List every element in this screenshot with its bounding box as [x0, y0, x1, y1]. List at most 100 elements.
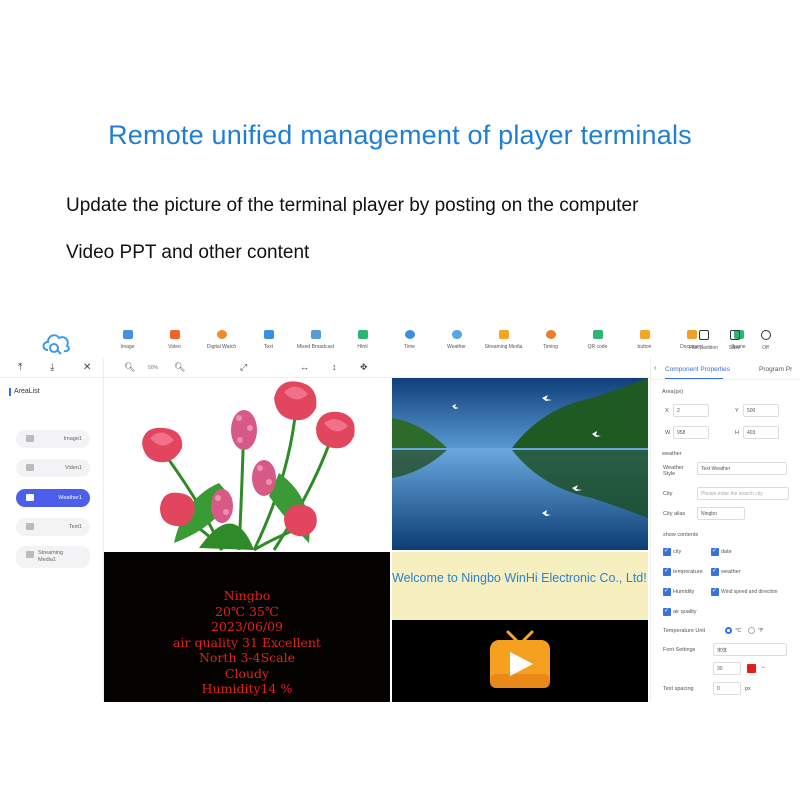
tool-time[interactable]: Time — [386, 330, 433, 350]
save-icon — [729, 330, 740, 340]
tool-timing[interactable]: Timing — [527, 330, 574, 350]
tool-label: Timing — [543, 344, 558, 350]
tool-label: Html — [357, 344, 368, 350]
weather-date: 2023/06/09 — [210, 619, 284, 634]
upload-icon[interactable]: ⤒ — [18, 362, 22, 373]
tab-component-properties[interactable]: Component Properties — [665, 366, 730, 379]
city-alias-label: City alias — [663, 511, 686, 517]
area-item-streaming[interactable]: Streaming Media1 — [16, 546, 90, 568]
area-item-label: Text1 — [68, 524, 82, 530]
checkbox-temperature[interactable] — [663, 567, 671, 576]
subline-2: Video PPT and other content — [66, 242, 310, 263]
streaming-icon — [498, 330, 509, 339]
zoom-in-icon[interactable]: 🔍︎ — [174, 362, 185, 373]
tool-streaming-media[interactable]: Streaming Media — [480, 330, 527, 350]
text-spacing-unit: px — [745, 686, 751, 692]
font-color-swatch[interactable] — [747, 664, 756, 673]
html-icon — [357, 330, 368, 339]
city-search-input[interactable]: Please enter the search city — [697, 487, 789, 500]
h-input[interactable]: 403 — [743, 426, 779, 439]
weather-style-label: Weather Style — [663, 465, 684, 477]
font-size-select[interactable]: 30 — [713, 662, 741, 675]
text-spacing-label: Text spacing — [663, 686, 694, 692]
tool-image[interactable]: Image — [104, 330, 151, 350]
weather-temperature: 20℃ 35℃ — [215, 603, 279, 619]
w-label: W — [665, 430, 671, 436]
fit-height-icon[interactable]: ↕ — [332, 362, 337, 372]
tool-video[interactable]: Video — [151, 330, 198, 350]
area-item-image[interactable]: Image1 — [16, 430, 90, 448]
image-zone[interactable] — [104, 378, 390, 552]
canvas-toolbar: 🔍︎ 50% 🔍︎ ⤢ ↔ ↕ ✥ — [104, 358, 650, 378]
tool-button[interactable]: button — [621, 330, 668, 350]
font-settings-label: Font Settings — [663, 647, 696, 653]
cloud-logo-icon — [42, 334, 70, 355]
tab-program-properties[interactable]: Program Pr — [759, 366, 792, 373]
tool-html[interactable]: Html — [339, 330, 386, 350]
tool-label: Time — [404, 344, 415, 350]
area-item-text[interactable]: Text1 — [16, 518, 90, 536]
layout-canvas: Ningbo 20℃ 35℃ 2023/06/09 air quality 31… — [104, 378, 648, 702]
close-icon[interactable]: ✕ — [83, 362, 91, 373]
text-spacing-input[interactable]: 0 — [713, 682, 741, 695]
power-icon — [760, 330, 771, 340]
streaming-icon — [26, 551, 34, 558]
save-label: Save — [728, 345, 741, 351]
tool-digital-watch[interactable]: Digital Watch — [198, 330, 245, 350]
x-input[interactable]: 2 — [673, 404, 709, 417]
checkbox-wind[interactable] — [711, 587, 719, 596]
tool-weather[interactable]: Weather — [433, 330, 480, 350]
properties-panel: ‹ Component Properties Program Pr Area(p… — [650, 358, 800, 702]
checkbox-label: temperature — [673, 569, 703, 575]
component-toolbar: Image Video Digital Watch Text Mixed Bro… — [104, 330, 762, 350]
save-button[interactable]: Save — [719, 330, 750, 351]
radio-label: ℉ — [758, 628, 764, 634]
checkbox-label: weather — [721, 569, 741, 575]
checkbox-weather[interactable] — [711, 567, 719, 576]
tulip-flowers-image — [142, 381, 355, 552]
tv-play-icon — [490, 630, 550, 688]
fit-icon[interactable]: ⤢ — [240, 362, 247, 373]
image-icon — [26, 435, 34, 442]
radio-celsius[interactable] — [725, 627, 732, 634]
area-item-weather[interactable]: Weather1 — [16, 489, 90, 507]
lake-landscape-image — [392, 378, 648, 550]
tool-mixed-broadcast[interactable]: Mixed Broadcast — [292, 330, 339, 350]
radio-fahrenheit[interactable] — [748, 627, 755, 634]
font-family-select[interactable]: 宋体 — [713, 643, 787, 656]
checkbox-air-quality[interactable] — [663, 607, 671, 616]
play-icon — [26, 464, 34, 471]
weather-text: Ningbo 20℃ 35℃ 2023/06/09 air quality 31… — [104, 588, 390, 697]
streaming-zone[interactable] — [392, 620, 648, 702]
tool-text[interactable]: Text — [245, 330, 292, 350]
checkbox-label: Wind speed and direction — [721, 589, 778, 595]
weather-wind: North 3-4Scale — [198, 650, 296, 665]
chevron-down-icon: ⌄ — [761, 664, 766, 670]
tool-label: Text — [263, 344, 274, 350]
area-item-video[interactable]: Video1 — [16, 459, 90, 477]
back-chevron-icon[interactable]: ‹ — [654, 365, 656, 372]
text-icon — [263, 330, 274, 339]
w-input[interactable]: 958 — [673, 426, 709, 439]
tool-qr-code[interactable]: QR code — [574, 330, 621, 350]
radio-label: ℃ — [735, 628, 742, 634]
tool-label: Mixed Broadcast — [296, 344, 335, 350]
checkbox-city[interactable] — [663, 547, 671, 556]
move-icon[interactable]: ✥ — [360, 362, 368, 373]
fast-partition-label: Fast partition — [689, 345, 718, 351]
fit-width-icon[interactable]: ↔ — [300, 362, 309, 372]
y-input[interactable]: 500 — [743, 404, 779, 417]
zoom-out-icon[interactable]: 🔍︎ — [124, 362, 135, 373]
text-zone[interactable]: Welcome to Ningbo WinHi Electronic Co., … — [392, 552, 648, 620]
alarm-icon — [545, 330, 556, 339]
download-icon[interactable]: ⤓ — [50, 362, 54, 373]
weather-style-select[interactable]: Text Weather — [697, 462, 787, 475]
off-button[interactable]: Off — [750, 330, 781, 351]
fast-partition-button[interactable]: Fast partition — [688, 330, 719, 351]
zoom-level: 50% — [148, 365, 159, 371]
weather-zone[interactable]: Ningbo 20℃ 35℃ 2023/06/09 air quality 31… — [104, 552, 390, 702]
checkbox-date[interactable] — [711, 547, 719, 556]
checkbox-humidity[interactable] — [663, 587, 671, 596]
video-zone[interactable] — [392, 378, 648, 550]
city-alias-input[interactable]: Ningbo — [697, 507, 745, 520]
